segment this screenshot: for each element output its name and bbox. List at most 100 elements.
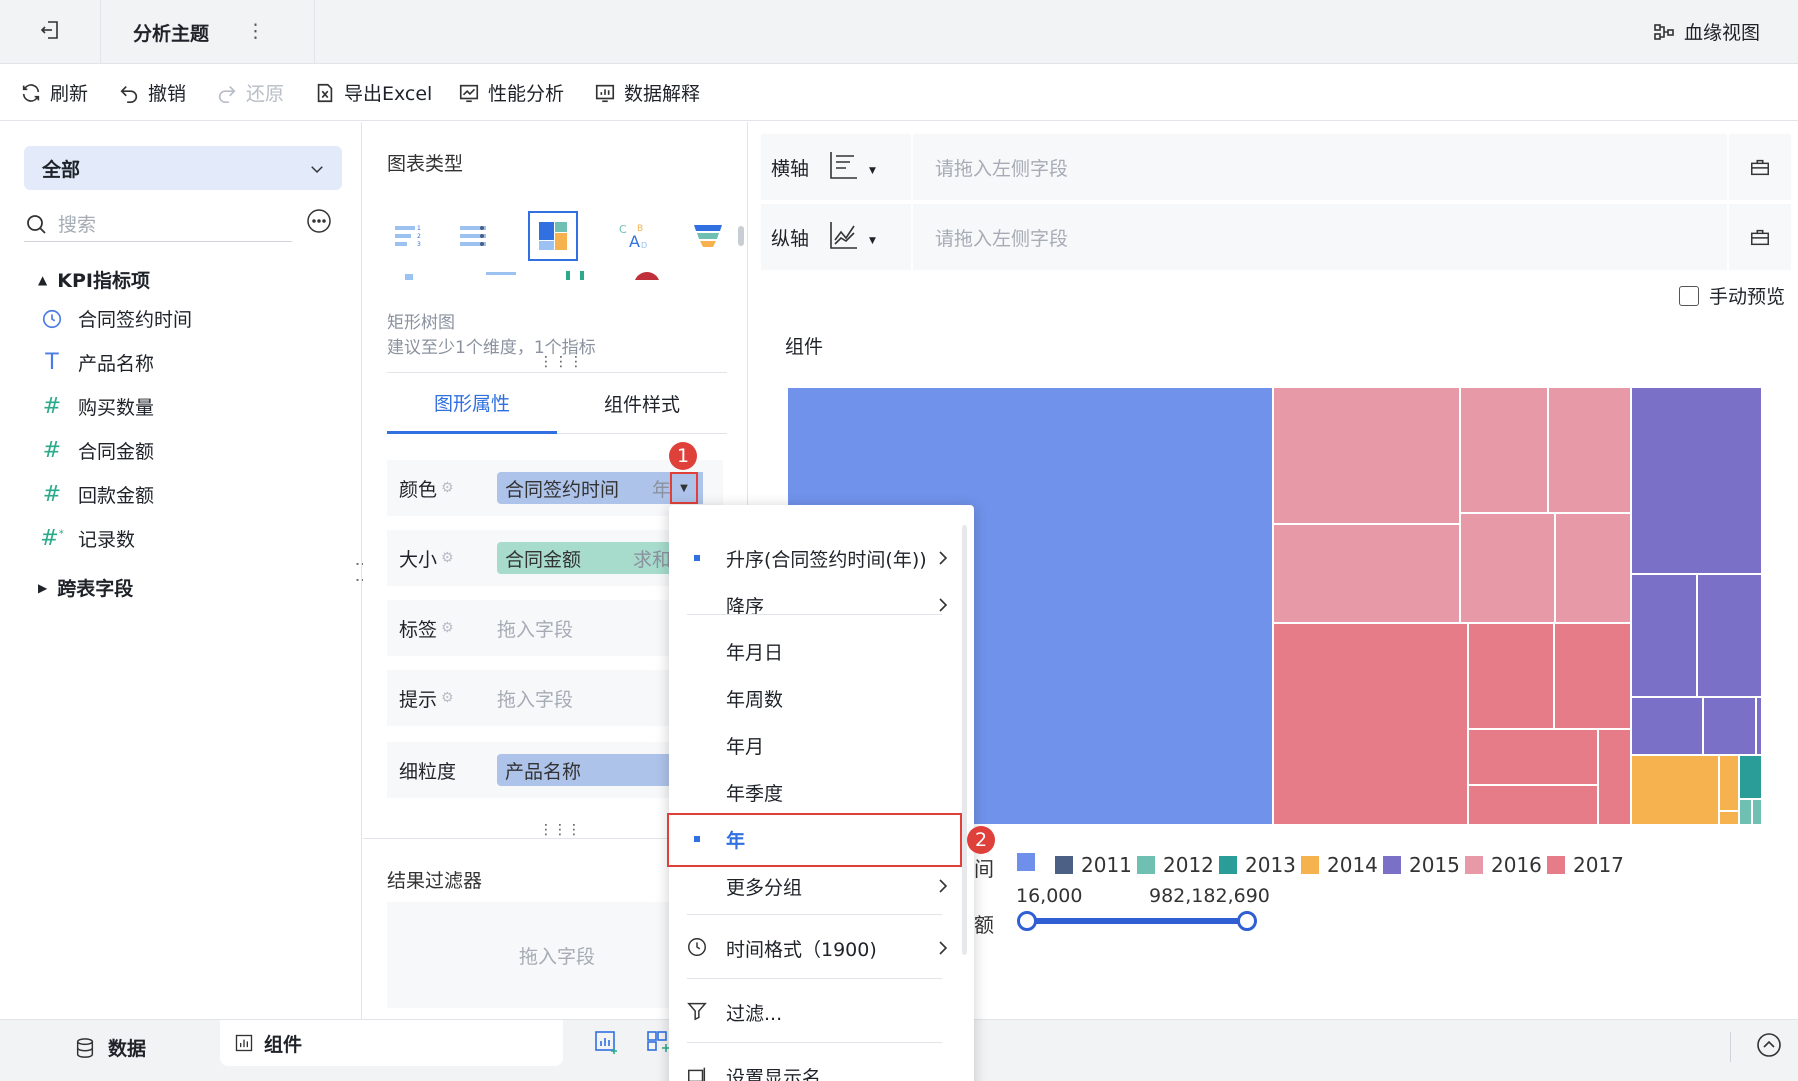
scope-select[interactable]: 全部	[24, 146, 342, 190]
menu-item-more-groups[interactable]: 更多分组	[669, 863, 974, 909]
treemap-cell[interactable]	[1719, 755, 1739, 811]
treemap-cell[interactable]	[1703, 697, 1756, 755]
undo-button[interactable]: 撤销	[118, 64, 186, 121]
add-chart-icon[interactable]	[594, 1030, 620, 1056]
chart-type-option[interactable]: CABD	[608, 211, 658, 261]
treemap-cell[interactable]	[1460, 387, 1548, 513]
size-range-slider[interactable]	[1027, 918, 1247, 924]
more-vertical-icon[interactable]: ⋮	[246, 20, 265, 42]
y-axis-lock-button[interactable]	[1727, 204, 1791, 270]
treemap-cell[interactable]	[1697, 574, 1762, 697]
y-axis-type-icon[interactable]	[827, 218, 861, 252]
treemap-cell[interactable]	[1739, 755, 1762, 799]
tab-component-style[interactable]: 组件样式	[557, 374, 727, 434]
legend-item[interactable]: 2012	[1137, 853, 1214, 877]
caret-down-icon[interactable]: ▼	[869, 236, 876, 246]
menu-item-descending[interactable]: 降序	[669, 582, 974, 628]
field-item[interactable]: T 产品名称	[40, 349, 154, 376]
more-options-icon[interactable]	[306, 208, 332, 234]
treemap-cell[interactable]	[1756, 697, 1762, 755]
export-excel-button[interactable]: 导出Excel	[314, 64, 432, 121]
x-axis-dropzone[interactable]: 请拖入左侧字段	[911, 134, 1725, 200]
exit-icon[interactable]	[38, 18, 62, 42]
drag-handle[interactable]: ⋮⋮⋮	[539, 822, 581, 838]
treemap-cell[interactable]	[1468, 729, 1598, 785]
menu-item-ymd[interactable]: 年月日	[669, 628, 974, 674]
legend-item[interactable]: 2011	[1055, 853, 1132, 877]
treemap-cell[interactable]	[1554, 623, 1631, 729]
drag-handle[interactable]: ⋮⋮⋮	[539, 354, 584, 370]
treemap-cell[interactable]	[1460, 513, 1555, 623]
caret-down-icon[interactable]: ▼	[869, 166, 876, 176]
checkbox[interactable]	[1679, 285, 1699, 306]
treemap-cell[interactable]	[1273, 524, 1460, 623]
settings-gear-icon[interactable]: ⚙	[441, 550, 454, 566]
treemap-cell[interactable]	[1752, 799, 1762, 825]
legend-item[interactable]	[1017, 853, 1043, 871]
legend-item[interactable]: 2016	[1465, 853, 1542, 877]
legend-item[interactable]: 2014	[1301, 853, 1378, 877]
legend-item[interactable]: 2013	[1219, 853, 1296, 877]
tab-data[interactable]: 数据	[74, 1034, 146, 1061]
x-axis-lock-button[interactable]	[1727, 134, 1791, 200]
field-item[interactable]: # 购买数量	[40, 393, 154, 420]
menu-item-year-month[interactable]: 年月	[669, 722, 974, 768]
menu-item-display-name[interactable]: 设置显示名	[669, 1053, 974, 1081]
menu-item-ascending[interactable]: 升序(合同签约时间(年))	[669, 535, 974, 581]
settings-gear-icon[interactable]: ⚙	[441, 480, 454, 496]
group-cross-table[interactable]: ▶ 跨表字段	[38, 574, 133, 601]
refresh-button[interactable]: 刷新	[20, 64, 88, 121]
treemap-cell[interactable]	[1468, 623, 1554, 729]
legend-item[interactable]: 2015	[1383, 853, 1460, 877]
sort-dropdown-trigger[interactable]: ▼	[670, 472, 698, 504]
chart-type-scrollbar[interactable]	[738, 226, 744, 246]
field-item[interactable]: #* 记录数	[40, 525, 135, 552]
treemap-cell[interactable]	[1273, 387, 1460, 524]
search-field[interactable]: 搜索	[24, 206, 292, 242]
pill-value: 合同签约时间	[505, 478, 620, 501]
treemap-cell[interactable]	[1631, 755, 1719, 825]
manual-preview-toggle[interactable]: 手动预览	[1679, 282, 1785, 309]
treemap-cell[interactable]	[1631, 697, 1703, 755]
settings-gear-icon[interactable]: ⚙	[441, 690, 454, 706]
treemap-cell[interactable]	[1555, 513, 1631, 623]
y-axis-dropzone[interactable]: 请拖入左侧字段	[911, 204, 1725, 270]
drop-zone[interactable]: 拖入字段	[497, 615, 573, 642]
performance-analysis-button[interactable]: 性能分析	[458, 64, 564, 121]
menu-scrollbar[interactable]	[962, 525, 967, 955]
tab-component[interactable]: 组件	[220, 1020, 563, 1066]
chart-type-option[interactable]	[683, 211, 733, 261]
settings-gear-icon[interactable]: ⚙	[441, 620, 454, 636]
treemap-cell[interactable]	[1631, 387, 1762, 574]
treemap-cell[interactable]	[1273, 623, 1468, 825]
data-explain-button[interactable]: 数据解释	[594, 64, 700, 121]
menu-item-year-quarter[interactable]: 年季度	[669, 769, 974, 815]
chart-type-option[interactable]: 123	[383, 211, 433, 261]
lineage-view-button[interactable]: 血缘视图	[1652, 18, 1760, 45]
treemap-cell[interactable]	[1468, 785, 1598, 825]
treemap-cell[interactable]	[1719, 811, 1739, 825]
slider-handle-max[interactable]	[1237, 911, 1257, 931]
menu-item-filter[interactable]: 过滤...	[669, 989, 974, 1035]
drop-zone[interactable]: 拖入字段	[497, 685, 573, 712]
treemap-cell[interactable]	[1739, 799, 1752, 825]
treemap-cell[interactable]	[1631, 574, 1697, 697]
field-item[interactable]: 合同签约时间	[40, 305, 192, 332]
menu-item-year[interactable]: 年	[669, 816, 974, 862]
collapse-up-icon[interactable]	[1756, 1032, 1782, 1058]
legend-item[interactable]: 2017	[1547, 853, 1624, 877]
menu-item-year-week[interactable]: 年周数	[669, 675, 974, 721]
tab-graphic-properties[interactable]: 图形属性	[387, 374, 557, 434]
treemap-cell[interactable]	[1548, 387, 1631, 513]
field-item[interactable]: # 合同金额	[40, 437, 154, 464]
menu-item-time-format[interactable]: 时间格式（1900)	[669, 925, 974, 971]
slider-handle-min[interactable]	[1017, 911, 1037, 931]
search-input[interactable]: 搜索	[58, 210, 96, 237]
chart-type-treemap-selected[interactable]	[528, 211, 578, 261]
chart-type-option[interactable]	[448, 211, 498, 261]
redo-button[interactable]: 还原	[216, 64, 284, 121]
treemap-cell[interactable]	[1598, 729, 1631, 825]
x-axis-type-icon[interactable]	[827, 148, 861, 182]
field-item[interactable]: # 回款金额	[40, 481, 154, 508]
group-kpi[interactable]: ▲ KPI指标项	[38, 266, 150, 293]
